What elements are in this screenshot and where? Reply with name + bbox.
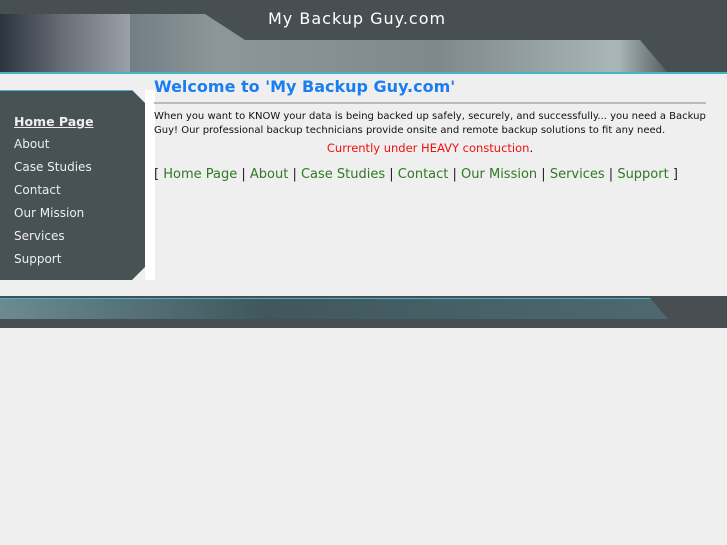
sidebar-item-home-page[interactable]: Home Page — [14, 110, 145, 133]
page-title: Welcome to 'My Backup Guy.com' — [154, 77, 706, 104]
link-about[interactable]: About — [250, 167, 288, 182]
text-nav: [ Home Page | About | Case Studies | Con… — [154, 167, 706, 182]
sidebar-nav: Home Page About Case Studies Contact Our… — [0, 90, 146, 280]
sidebar-item-about[interactable]: About — [14, 133, 145, 156]
site-title: My Backup Guy.com — [268, 9, 447, 28]
separator: | — [385, 167, 398, 182]
sidebar-item-support[interactable]: Support — [14, 248, 145, 271]
intro-text: When you want to KNOW your data is being… — [154, 111, 706, 136]
sidebar-item-case-studies[interactable]: Case Studies — [14, 156, 145, 179]
link-contact[interactable]: Contact — [398, 167, 449, 182]
construction-notice: Currently under HEAVY constuction. — [154, 141, 706, 155]
footer-circuit-image — [0, 298, 668, 319]
header-photo — [0, 14, 130, 73]
bracket-close: ] — [668, 167, 678, 182]
sidebar-item-contact[interactable]: Contact — [14, 179, 145, 202]
separator: | — [448, 167, 462, 182]
separator: | — [288, 167, 301, 182]
header-divider — [0, 72, 727, 74]
separator: | — [604, 167, 618, 182]
sidebar-item-our-mission[interactable]: Our Mission — [14, 202, 145, 225]
notice-period: . — [529, 141, 534, 155]
link-support[interactable]: Support — [617, 167, 668, 182]
link-home-page[interactable]: Home Page — [163, 167, 237, 182]
bracket-open: [ — [154, 167, 164, 182]
separator: | — [537, 167, 550, 182]
sidebar-item-services[interactable]: Services — [14, 225, 145, 248]
link-case-studies[interactable]: Case Studies — [301, 167, 385, 182]
separator: | — [237, 167, 250, 182]
link-services[interactable]: Services — [550, 167, 605, 182]
link-our-mission[interactable]: Our Mission — [461, 167, 537, 182]
main-content: Welcome to 'My Backup Guy.com' When you … — [154, 77, 706, 182]
notice-text: Currently under HEAVY constuction — [326, 141, 530, 155]
